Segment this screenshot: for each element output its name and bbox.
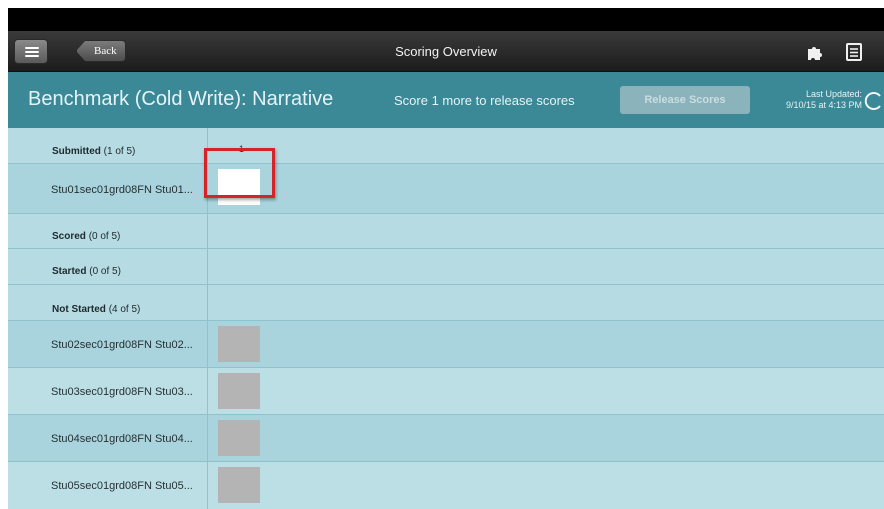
last-updated-label: Last Updated: — [805, 89, 862, 99]
section-name: Not Started — [52, 304, 106, 315]
section-name: Started — [52, 266, 87, 277]
last-updated: Last Updated: 9/10/15 at 4:13 PM — [742, 89, 862, 111]
list-icon[interactable] — [844, 43, 864, 61]
assignment-header: Benchmark (Cold Write): Narrative Score … — [8, 72, 884, 128]
student-row[interactable]: Stu05sec01grd08FN Stu05... — [8, 462, 884, 509]
score-cell[interactable] — [218, 326, 260, 362]
release-scores-button[interactable]: Release Scores — [620, 86, 750, 114]
student-name: Stu03sec01grd08FN Stu03... — [51, 386, 193, 398]
section-header-submitted: Submitted (1 of 5) 1 — [8, 128, 884, 164]
section-count: (0 of 5) — [88, 231, 121, 242]
student-row[interactable]: Stu04sec01grd08FN Stu04... — [8, 415, 884, 462]
section-name: Scored — [52, 231, 86, 242]
score-cell[interactable] — [218, 467, 260, 503]
section-count: (4 of 5) — [108, 304, 141, 315]
student-name: Stu04sec01grd08FN Stu04... — [51, 433, 193, 445]
assignment-title: Benchmark (Cold Write): Narrative — [28, 88, 334, 110]
status-bar — [8, 8, 884, 31]
section-header-started: Started (0 of 5) — [8, 249, 884, 285]
section-header-not-started: Not Started (4 of 5) — [8, 285, 884, 321]
last-updated-value: 9/10/15 at 4:13 PM — [785, 100, 862, 110]
page-title: Scoring Overview — [395, 44, 497, 59]
scoring-table: Submitted (1 of 5) 1 Stu01sec01grd08FN S… — [8, 128, 884, 509]
app-frame: Back Scoring Overview Benchmark (Cold Wr… — [8, 8, 884, 509]
student-name: Stu02sec01grd08FN Stu02... — [51, 339, 193, 351]
score-cell[interactable] — [218, 420, 260, 456]
student-name: Stu05sec01grd08FN Stu05... — [51, 480, 193, 492]
score-status: Score 1 more to release scores — [394, 93, 575, 108]
section-name: Submitted — [52, 146, 101, 157]
navigation-bar: Back Scoring Overview — [8, 31, 884, 72]
student-row[interactable]: Stu01sec01grd08FN Stu01... — [8, 164, 884, 214]
section-header-scored: Scored (0 of 5) — [8, 214, 884, 249]
student-row[interactable]: Stu03sec01grd08FN Stu03... — [8, 368, 884, 415]
refresh-icon[interactable] — [864, 91, 884, 111]
puzzle-piece-icon[interactable] — [805, 43, 825, 61]
student-row[interactable]: Stu02sec01grd08FN Stu02... — [8, 321, 884, 368]
score-cell[interactable] — [218, 373, 260, 409]
section-count: (1 of 5) — [103, 146, 136, 157]
student-name: Stu01sec01grd08FN Stu01... — [51, 184, 193, 196]
selection-highlight — [204, 148, 275, 198]
section-count: (0 of 5) — [89, 266, 121, 277]
